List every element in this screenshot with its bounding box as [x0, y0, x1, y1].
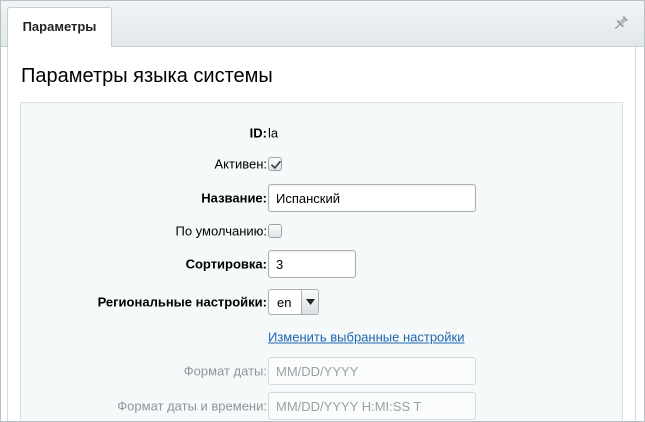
name-label: Название:: [201, 190, 267, 206]
default-field: [268, 224, 282, 238]
chevron-down-icon[interactable]: [301, 290, 318, 314]
row-datetime-format: Формат даты и времени: MM/DD/YYYY H:MI:S…: [21, 391, 622, 421]
change-settings-link[interactable]: Изменить выбранные настройки: [268, 330, 465, 345]
id-value: la: [268, 125, 279, 141]
name-input[interactable]: Испанский: [268, 184, 476, 212]
form-area: ID: la Активен: Название: Испанский По у…: [20, 102, 623, 421]
default-label: По умолчанию:: [175, 223, 267, 239]
row-regional: Региональные настройки: en: [21, 287, 622, 317]
sort-label: Сортировка:: [185, 256, 267, 272]
row-sort: Сортировка: 3: [21, 249, 622, 279]
default-checkbox[interactable]: [268, 224, 282, 238]
sort-field: 3: [268, 250, 356, 278]
row-id: ID: la: [21, 118, 622, 148]
active-label: Активен:: [214, 156, 267, 172]
row-name: Название: Испанский: [21, 183, 622, 213]
row-active: Активен:: [21, 149, 622, 179]
datetime-format-field: MM/DD/YYYY H:MI:SS T: [268, 392, 476, 420]
tab-parameters-label: Параметры: [22, 18, 97, 34]
regional-label: Региональные настройки:: [97, 294, 267, 310]
active-checkbox[interactable]: [268, 157, 282, 171]
checkmark-icon: [271, 160, 281, 169]
date-format-input[interactable]: MM/DD/YYYY: [268, 357, 476, 385]
datetime-format-label: Формат даты и времени:: [117, 398, 267, 414]
change-settings-field: Изменить выбранные настройки: [268, 330, 465, 345]
settings-window: Параметры Параметры языка системы ID: la: [0, 0, 645, 422]
pin-icon[interactable]: [612, 14, 630, 32]
date-format-field: MM/DD/YYYY: [268, 357, 476, 385]
regional-field: en: [268, 289, 319, 315]
sort-input[interactable]: 3: [268, 250, 356, 278]
row-date-format: Формат даты: MM/DD/YYYY: [21, 356, 622, 386]
row-default: По умолчанию:: [21, 216, 622, 246]
datetime-format-input[interactable]: MM/DD/YYYY H:MI:SS T: [268, 392, 476, 420]
name-field: Испанский: [268, 184, 476, 212]
tab-parameters[interactable]: Параметры: [7, 7, 112, 48]
tab-bar: Параметры: [1, 1, 644, 48]
regional-select-value: en: [277, 294, 292, 310]
date-format-label: Формат даты:: [183, 363, 267, 379]
page-title: Параметры языка системы: [21, 65, 273, 87]
active-field: [268, 157, 282, 171]
id-label: ID:: [249, 125, 267, 141]
tab-panel: Параметры языка системы ID: la Активен:: [7, 47, 636, 421]
row-change-link: Изменить выбранные настройки: [21, 322, 622, 352]
regional-select[interactable]: en: [268, 289, 319, 315]
